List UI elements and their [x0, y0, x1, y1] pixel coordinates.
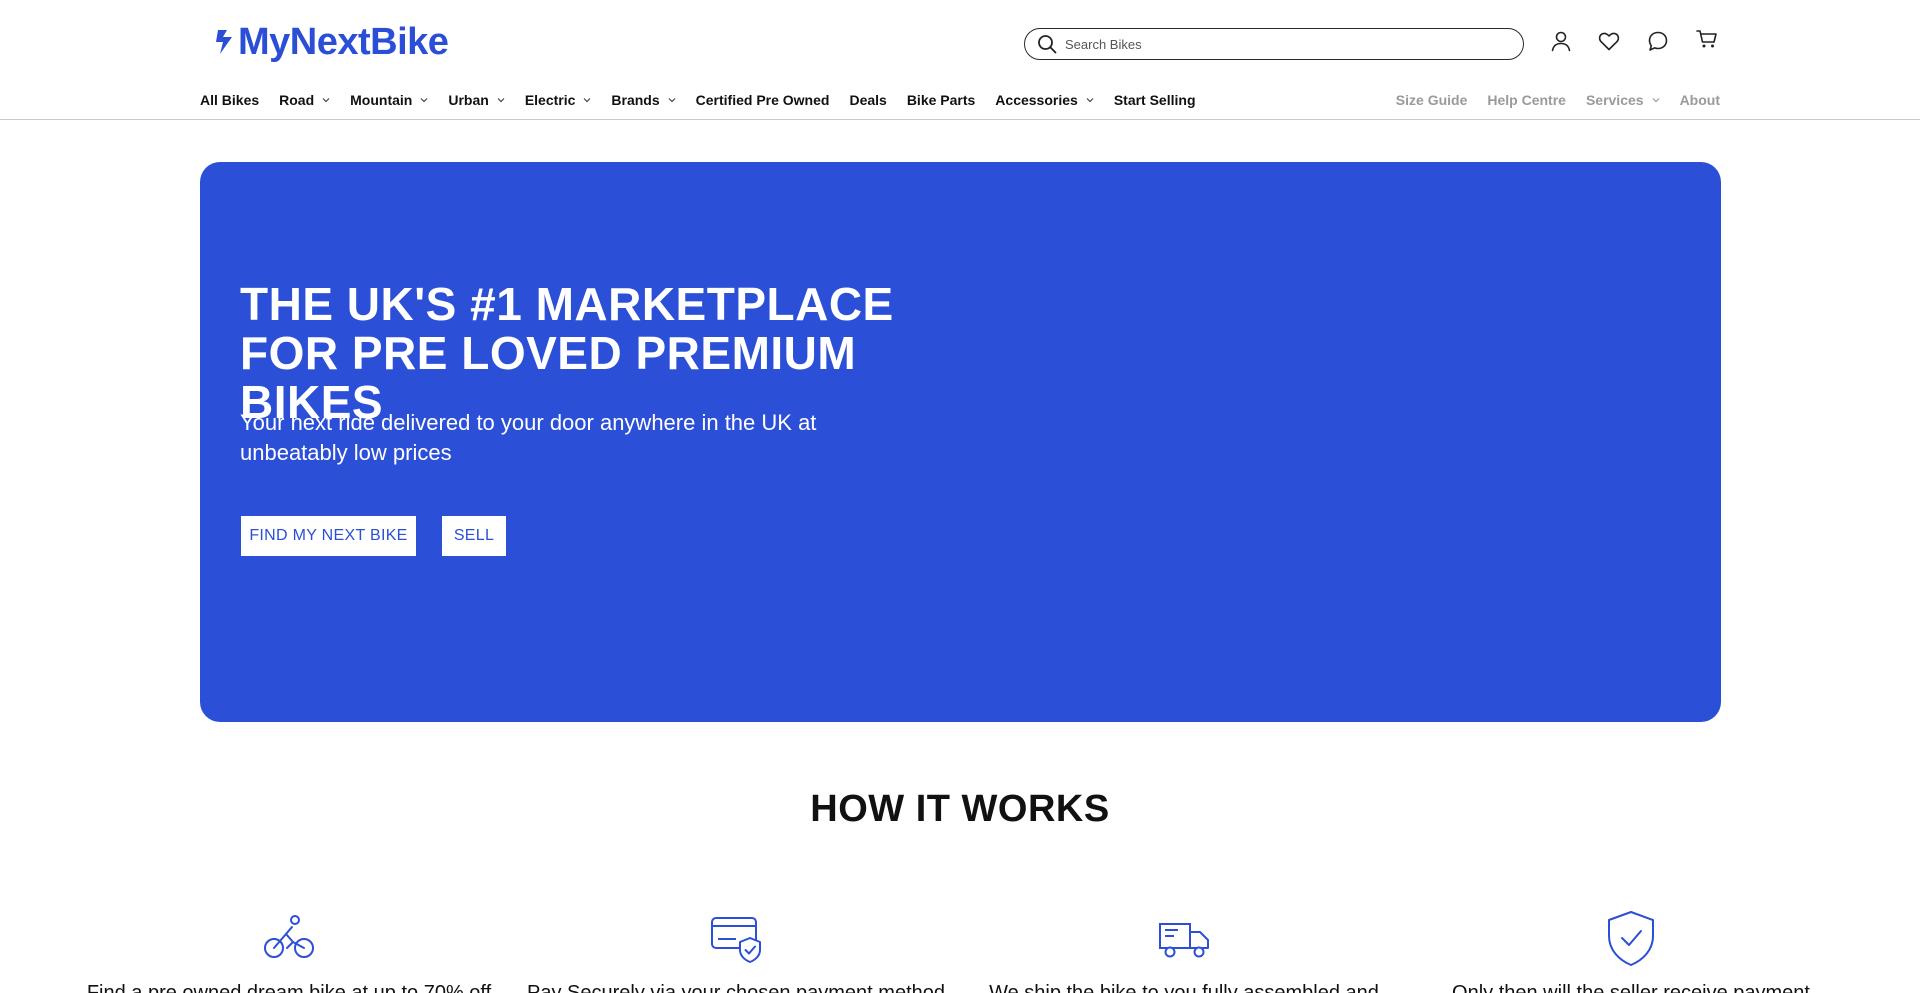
nav-item-start-selling[interactable]: Start Selling — [1114, 92, 1196, 108]
user-icon — [1551, 31, 1571, 52]
chevron-down-icon — [1652, 98, 1659, 103]
sell-button[interactable]: SELL — [442, 516, 506, 556]
step-text: Pay Securely via your chosen payment met… — [527, 982, 945, 993]
nav-item-accessories[interactable]: Accessories — [995, 92, 1094, 108]
truck-icon — [1159, 923, 1209, 958]
cart-icon — [1696, 30, 1717, 48]
find-my-next-bike-button[interactable]: FIND MY NEXT BIKE — [241, 516, 416, 556]
nav-item-certified-pre-owned[interactable]: Certified Pre Owned — [696, 92, 830, 108]
nav-item-brands[interactable]: Brands — [611, 92, 676, 108]
nav-item-mountain[interactable]: Mountain — [350, 92, 428, 108]
secure-card-icon — [711, 917, 761, 963]
nav-item-services[interactable]: Services — [1586, 92, 1660, 108]
hero-title: THE UK'S #1 MARKETPLACE FOR PRE LOVED PR… — [240, 278, 894, 428]
chat-icon — [1648, 31, 1668, 51]
search-input[interactable] — [1065, 36, 1505, 52]
step-4: Only then will the seller receive paymen… — [1421, 908, 1841, 993]
step-text: Find a pre owned dream bike at up to 70%… — [86, 982, 492, 993]
site-header: MyNextBike All Bikes Road Mount — [0, 0, 1920, 120]
chevron-down-icon — [668, 98, 676, 103]
logo[interactable]: MyNextBike — [214, 20, 449, 64]
nav-item-bike-parts[interactable]: Bike Parts — [907, 92, 975, 108]
hero-banner: THE UK'S #1 MARKETPLACE FOR PRE LOVED PR… — [200, 162, 1721, 722]
chevron-down-icon — [420, 98, 428, 103]
hero-subtitle: Your next ride delivered to your door an… — [240, 410, 817, 465]
cart-button[interactable] — [1694, 26, 1720, 52]
nav-item-deals[interactable]: Deals — [849, 92, 886, 108]
main-nav: All Bikes Road Mountain Urban Electric B… — [200, 88, 1216, 112]
chevron-down-icon — [322, 98, 330, 103]
nav-item-road[interactable]: Road — [279, 92, 330, 108]
search-icon[interactable] — [1037, 34, 1057, 54]
step-text: Only then will the seller receive paymen… — [1452, 982, 1810, 993]
chevron-down-icon — [583, 98, 591, 103]
nav-item-electric[interactable]: Electric — [525, 92, 592, 108]
chat-button[interactable] — [1645, 28, 1671, 54]
nav-item-about[interactable]: About — [1680, 92, 1720, 108]
search-bar[interactable] — [1024, 28, 1524, 60]
nav-item-urban[interactable]: Urban — [448, 92, 505, 108]
heart-icon — [1598, 32, 1620, 51]
shield-check-icon — [1608, 911, 1654, 966]
step-text: We ship the bike to you fully assembled … — [989, 982, 1379, 993]
chevron-down-icon — [497, 98, 505, 103]
how-it-works-title: HOW IT WORKS — [810, 788, 1110, 830]
logo-icon — [216, 30, 232, 54]
wishlist-button[interactable] — [1596, 28, 1622, 54]
account-button[interactable] — [1548, 28, 1574, 54]
nav-item-all-bikes[interactable]: All Bikes — [200, 92, 259, 108]
nav-item-help-centre[interactable]: Help Centre — [1487, 92, 1566, 108]
bike-icon — [264, 915, 314, 958]
secondary-nav: Size Guide Help Centre Services About — [1376, 88, 1720, 112]
chevron-down-icon — [1086, 98, 1094, 103]
step-3: We ship the bike to you fully assembled … — [974, 908, 1394, 993]
step-2: Pay Securely via your chosen payment met… — [526, 908, 946, 993]
step-1: Find a pre owned dream bike at up to 70%… — [79, 908, 499, 993]
logo-text: MyNextBike — [238, 21, 449, 63]
nav-item-size-guide[interactable]: Size Guide — [1396, 92, 1468, 108]
